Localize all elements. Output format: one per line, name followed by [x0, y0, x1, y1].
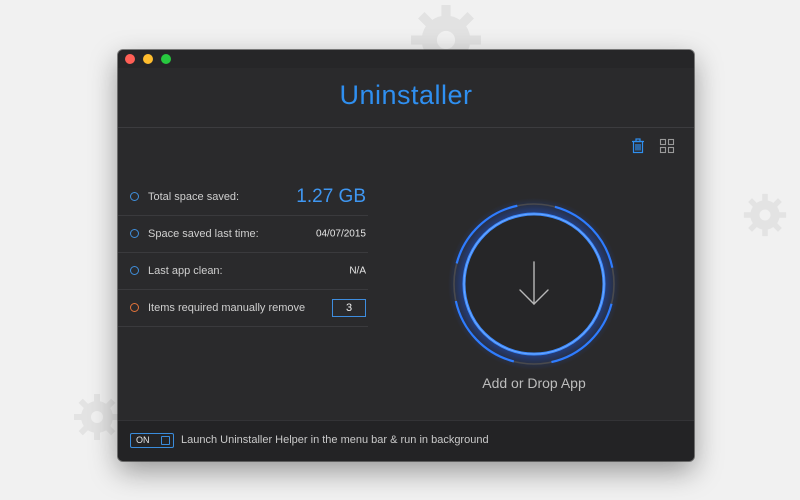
stat-value: N/A — [349, 265, 366, 277]
grid-view-button[interactable] — [658, 137, 676, 155]
manual-items-count-button[interactable]: 3 — [332, 299, 366, 317]
toggle-label: ON — [136, 435, 150, 445]
stat-row-last-time: Space saved last time: 04/07/2015 — [118, 216, 368, 253]
stat-value: 04/07/2015 — [315, 228, 366, 240]
blue-dot-icon — [130, 192, 139, 201]
stat-label: Items required manually remove — [148, 302, 306, 314]
background-gear-icon — [743, 193, 787, 237]
background-gear-icon — [74, 394, 120, 440]
app-title: Uninstaller — [339, 80, 473, 110]
stat-row-total-space: Total space saved: 1.27 GB — [118, 179, 368, 216]
stat-label: Last app clean: — [148, 265, 223, 277]
stat-value: 1.27 GB — [296, 186, 366, 207]
arrow-down-icon — [519, 261, 549, 305]
minimize-window-button[interactable] — [143, 54, 153, 64]
app-window: Uninstaller Total space saved: 1.27 GB S… — [118, 50, 694, 461]
close-window-button[interactable] — [125, 54, 135, 64]
stat-label: Total space saved: — [148, 191, 240, 203]
launch-helper-toggle[interactable]: ON — [130, 433, 174, 448]
blue-dot-icon — [130, 266, 139, 275]
blue-dot-icon — [130, 229, 139, 238]
launch-helper-label: Launch Uninstaller Helper in the menu ba… — [181, 434, 489, 446]
orange-dot-icon — [130, 303, 139, 312]
grid-icon — [659, 138, 675, 154]
stat-row-last-clean: Last app clean: N/A — [118, 253, 368, 290]
maximize-window-button[interactable] — [161, 54, 171, 64]
stat-row-manual-remove: Items required manually remove 3 — [118, 290, 368, 327]
toggle-knob — [161, 436, 170, 445]
add-or-drop-app-button[interactable] — [448, 198, 620, 370]
trash-icon — [632, 138, 644, 154]
title-divider — [118, 127, 694, 128]
footer-bar: ON Launch Uninstaller Helper in the menu… — [118, 420, 694, 461]
drop-zone-label: Add or Drop App — [482, 375, 586, 391]
stat-label: Space saved last time: — [148, 228, 259, 240]
trash-button[interactable] — [629, 137, 647, 155]
title-bar — [118, 50, 694, 68]
